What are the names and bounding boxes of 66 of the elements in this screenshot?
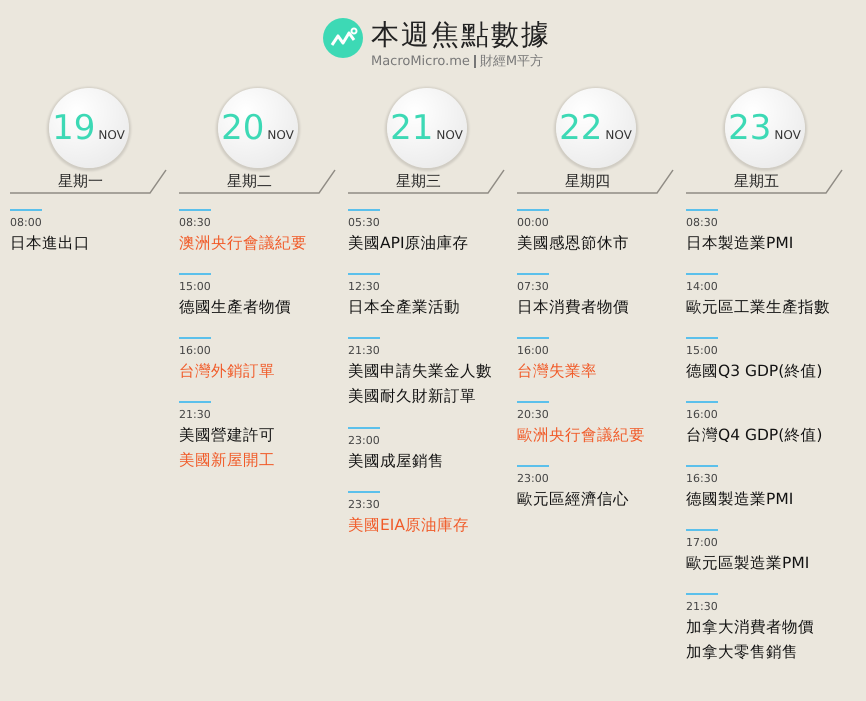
day-number: 19 [52,107,96,150]
event-time: 23:00 [517,472,549,485]
month-label: NOV [267,127,294,144]
event-time: 00:00 [517,216,549,229]
event-time: 23:30 [348,498,380,511]
event-time: 17:00 [686,536,718,549]
event-name: 台灣Q4 GDP(終值) [686,425,822,446]
event-time: 08:00 [10,216,42,229]
event-time: 16:00 [179,344,211,357]
event-name: 歐元區製造業PMI [686,553,810,574]
event-name: 美國營建許可 [179,425,275,446]
weekday-label: 星期三 [396,172,441,191]
day-number: 22 [559,107,602,150]
site-name: MacroMicro.me [371,54,470,68]
brand-name: 財經M平方 [480,53,544,70]
event-time: 21:30 [348,344,380,357]
event-name: 美國API原油庫存 [348,233,469,254]
event-time: 15:00 [179,280,211,293]
event-time: 12:30 [348,280,380,293]
event-time: 08:30 [179,216,211,229]
event-time: 14:00 [686,280,718,293]
event-name: 台灣失業率 [517,361,597,382]
event-time: 16:30 [686,472,718,485]
event-time: 15:00 [686,344,718,357]
event-name: 澳洲央行會議紀要 [179,233,307,254]
event-name: 加拿大消費者物價 [686,617,814,638]
event-name: 德國生產者物價 [179,297,291,318]
event-time: 05:30 [348,216,380,229]
weekday-label: 星期四 [565,172,610,191]
month-label: NOV [436,127,463,144]
event-time: 20:30 [517,408,549,421]
chart-logo-icon [323,18,363,58]
weekday-label: 星期五 [734,172,779,191]
month-label: NOV [98,127,125,144]
event-time: 21:30 [686,600,718,613]
month-label: NOV [774,127,801,144]
event-name: 美國申請失業金人數 [348,361,492,382]
day-number: 23 [728,107,772,150]
event-name: 加拿大零售銷售 [686,642,798,663]
event-name: 德國製造業PMI [686,489,794,510]
event-name: 美國EIA原油庫存 [348,515,469,536]
event-time: 21:30 [179,408,211,421]
day-number: 21 [390,107,434,150]
event-name: 歐洲央行會議紀要 [517,425,645,446]
weekday-label: 星期二 [227,172,272,191]
event-name: 美國感恩節休市 [517,233,629,254]
event-time: 07:30 [517,280,549,293]
page-title: 本週焦點數據 [371,18,551,52]
event-name: 歐元區工業生產指數 [686,297,830,318]
event-name: 德國Q3 GDP(終值) [686,361,822,382]
event-name: 美國成屋銷售 [348,451,444,472]
month-label: NOV [605,127,632,144]
event-name: 日本進出口 [10,233,90,254]
event-name: 美國新屋開工 [179,450,275,471]
event-name: 日本製造業PMI [686,233,794,254]
day-number: 20 [221,107,264,150]
event-time: 16:00 [517,344,549,357]
event-name: 日本全產業活動 [348,297,460,318]
event-time: 23:00 [348,434,380,447]
event-name: 台灣外銷訂單 [179,361,275,382]
event-time: 08:30 [686,216,718,229]
event-name: 歐元區經濟信心 [517,489,629,510]
event-name: 日本消費者物價 [517,297,629,318]
event-time: 16:00 [686,408,718,421]
weekday-label: 星期一 [58,172,103,191]
event-name: 美國耐久財新訂單 [348,386,476,407]
